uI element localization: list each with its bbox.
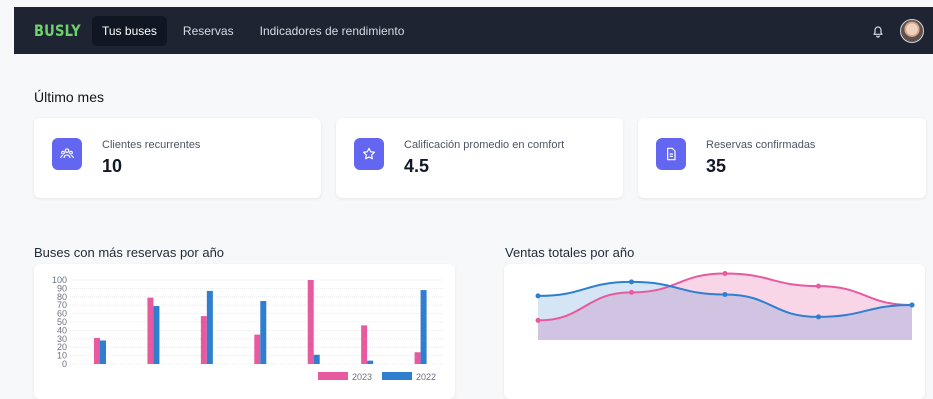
nav-indicadores[interactable]: Indicadores de rendimiento — [250, 16, 415, 46]
document-icon — [656, 138, 686, 170]
bar-chart-title: Buses con más reservas por año — [34, 245, 225, 260]
metric-value: 10 — [102, 156, 123, 176]
main-nav: Tus buses Reservas Indicadores de rendim… — [92, 15, 415, 46]
bar-2023 — [94, 337, 100, 364]
metric-card-clientes: Clientes recurrentes 10 — [34, 118, 321, 198]
users-icon — [52, 138, 82, 170]
bar-2023 — [200, 316, 207, 364]
bar-2022 — [420, 290, 427, 364]
metric-value: 35 — [706, 156, 727, 176]
area-chart — [535, 271, 915, 340]
bar-2022 — [313, 354, 320, 364]
metric-card-reservas: Reservas confirmadas 35 — [638, 118, 926, 198]
bar-2023 — [361, 325, 368, 364]
legend-swatch — [318, 372, 348, 380]
area-chart-title: Ventas totales por año — [505, 245, 635, 260]
data-point — [629, 279, 634, 285]
bar-chart-card: 0 10 20 30 40 50 60 70 80 90 100 2023 2022 — [34, 264, 455, 399]
section-title: Último mes — [34, 89, 105, 105]
bar-2022 — [206, 290, 213, 364]
legend-label: 2023 — [352, 372, 372, 382]
bar-2023 — [147, 297, 154, 364]
metric-value: 4.5 — [404, 156, 430, 176]
busly-logo[interactable]: BUSLY — [34, 21, 81, 40]
y-tick-label: 100 — [52, 275, 67, 285]
data-point — [722, 271, 728, 276]
bar-2023 — [414, 352, 421, 364]
legend-label: 2022 — [416, 372, 436, 382]
bar-2023 — [307, 280, 314, 364]
bar-2022 — [100, 340, 106, 364]
star-icon — [354, 138, 384, 170]
user-avatar[interactable] — [900, 18, 924, 43]
data-point — [816, 314, 821, 320]
bar-2022 — [367, 360, 374, 364]
metric-label: Reservas confirmadas — [706, 139, 816, 151]
metric-label: Calificación promedio en comfort — [404, 139, 565, 151]
bar-2022 — [153, 306, 160, 364]
bar-2023 — [254, 334, 261, 364]
data-point — [629, 289, 634, 295]
bar-chart: 01020304050607080901002023 2022 — [52, 275, 444, 382]
topbar-actions — [870, 18, 924, 43]
top-navbar: BUSLY Tus buses Reservas Indicadores de … — [14, 7, 933, 54]
metric-cards: Clientes recurrentes 10 Calificación pro… — [34, 118, 926, 198]
data-point — [535, 293, 541, 299]
data-point — [816, 283, 821, 289]
nav-tus-buses[interactable]: Tus buses — [92, 15, 167, 46]
data-point — [909, 302, 915, 308]
data-point — [722, 292, 728, 297]
data-point — [535, 317, 541, 323]
nav-reservas[interactable]: Reservas — [173, 16, 244, 46]
legend-swatch — [382, 372, 412, 380]
metric-card-calificacion: Calificación promedio en comfort 4.5 — [336, 118, 623, 198]
area-chart-card — [504, 264, 925, 399]
bar-2022 — [260, 301, 267, 364]
bell-icon[interactable] — [870, 23, 886, 39]
metric-label: Clientes recurrentes — [102, 139, 201, 151]
